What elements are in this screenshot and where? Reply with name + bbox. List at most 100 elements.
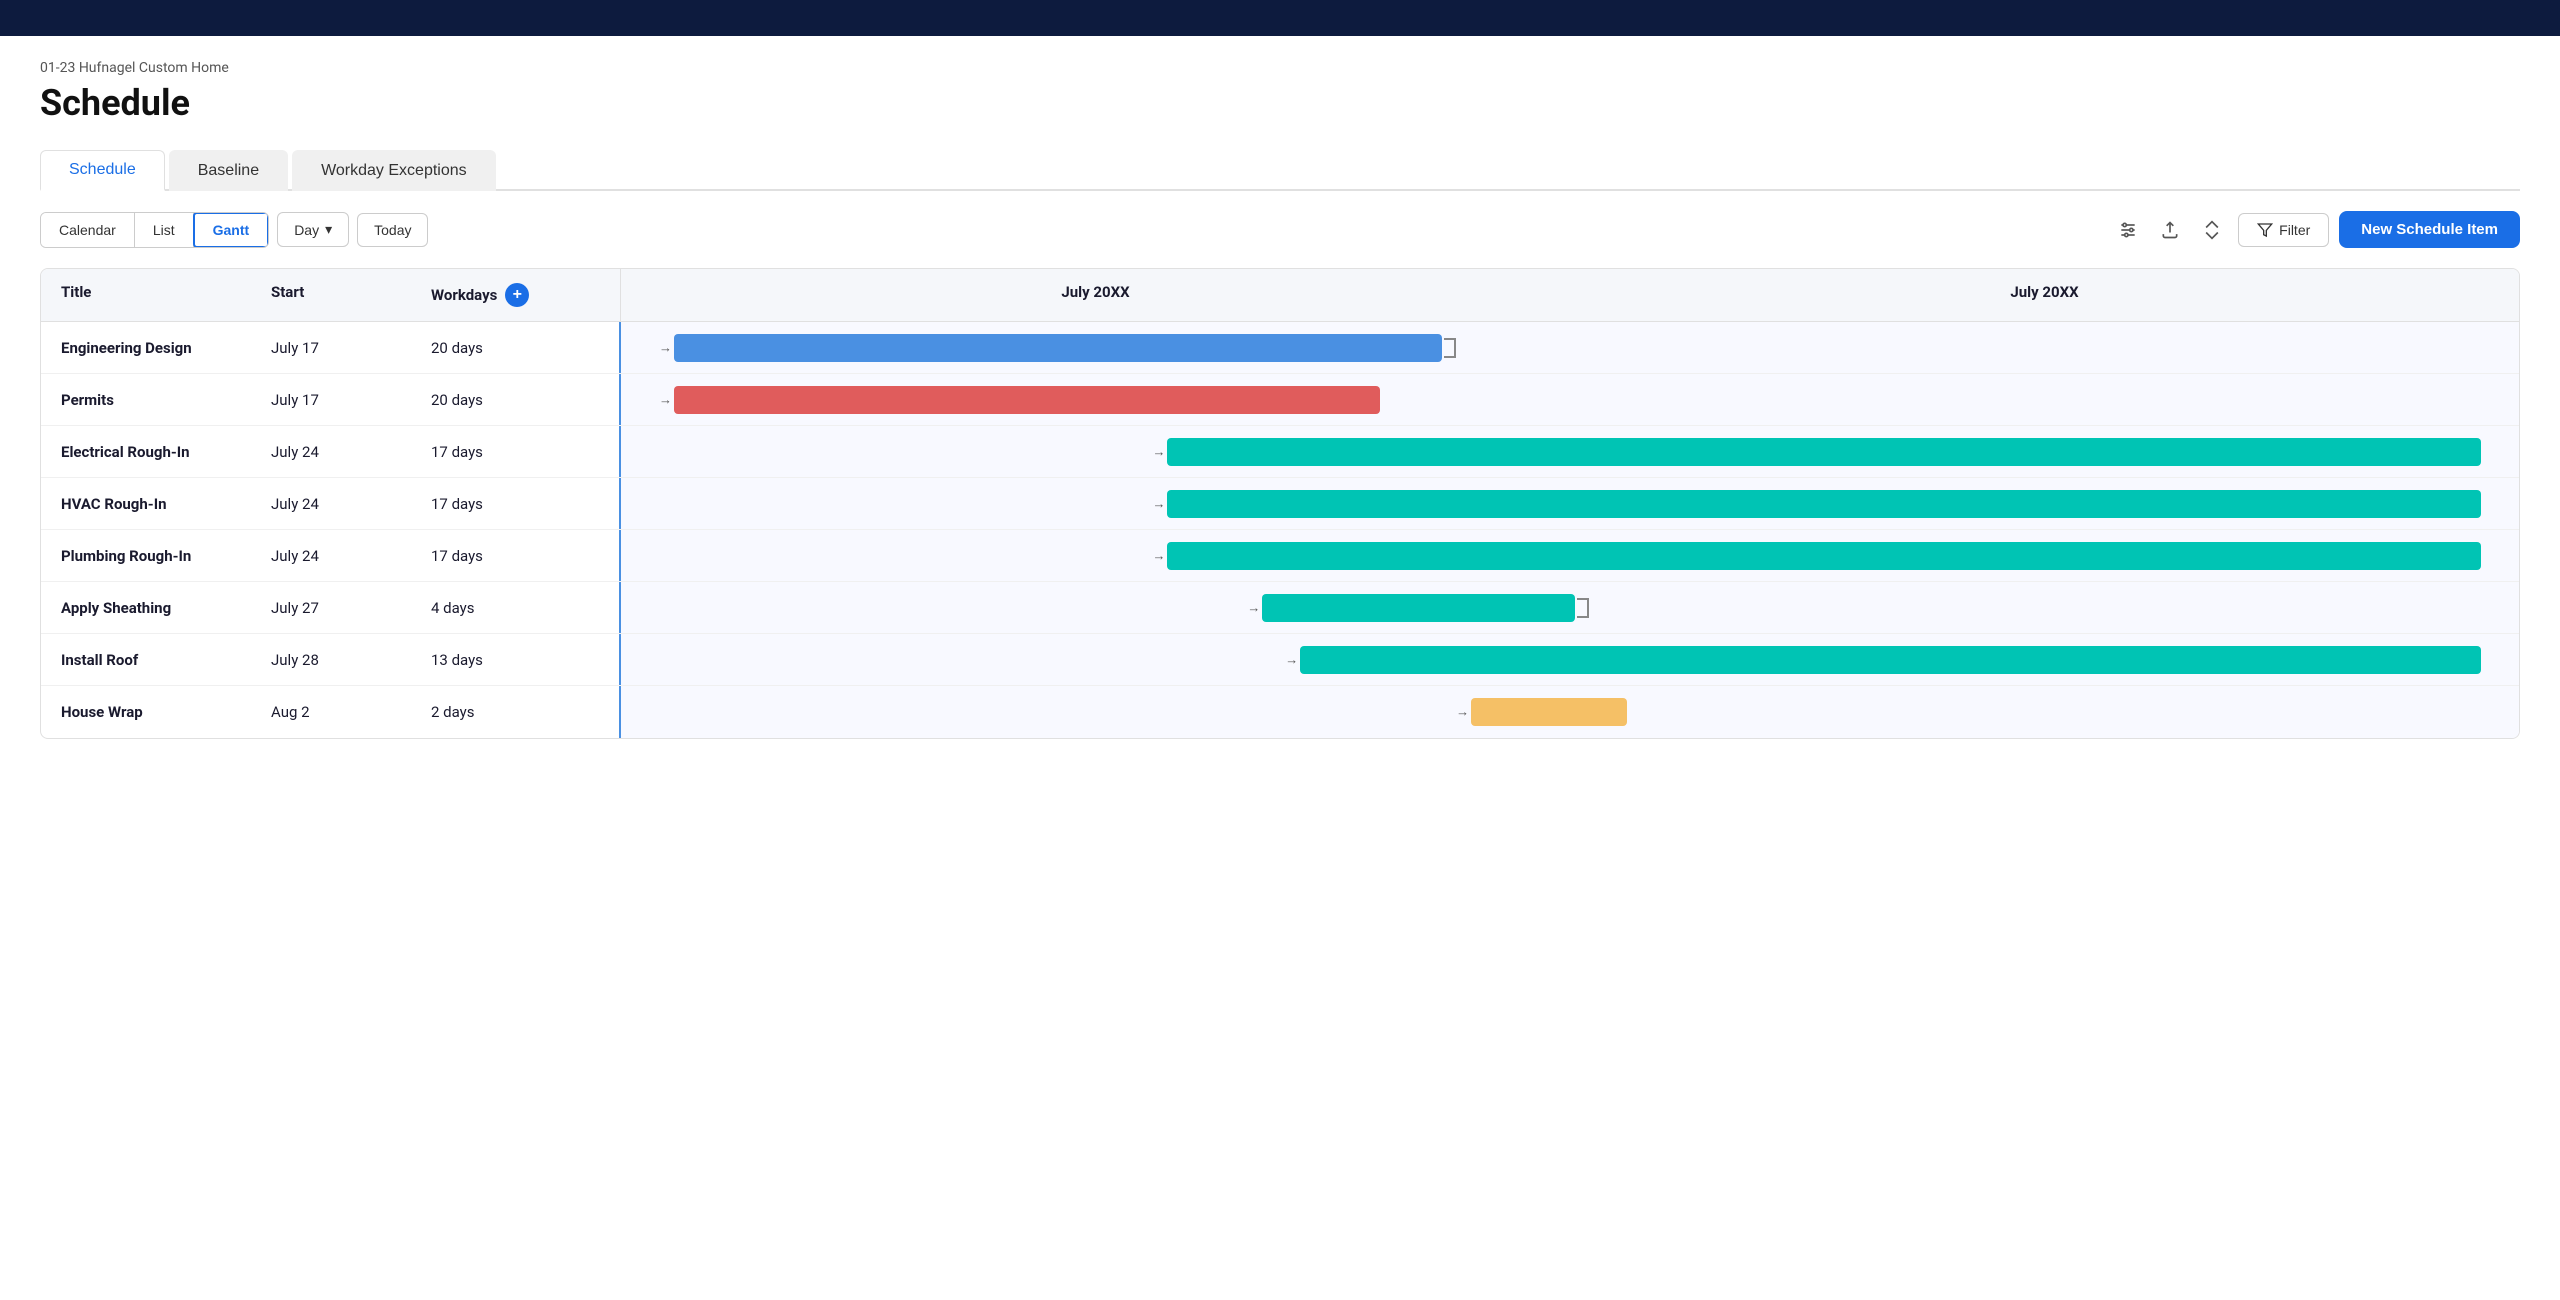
col-workdays-header: Workdays +	[421, 269, 561, 321]
gantt-bar-4[interactable]	[1167, 542, 2481, 570]
row-left-1: Permits July 17 20 days	[41, 374, 621, 425]
row-left-6: Install Roof July 28 13 days	[41, 634, 621, 685]
arrow-icon-6: →	[1285, 652, 1298, 668]
gantt-bar-0[interactable]	[674, 334, 1442, 362]
cell-workdays-5: 4 days	[421, 585, 561, 631]
table-row: Plumbing Rough-In July 24 17 days →	[41, 530, 2519, 582]
bracket-right-0	[1444, 338, 1456, 358]
cell-title-6: Install Roof	[41, 637, 261, 683]
toolbar-right: Filter New Schedule Item	[2112, 211, 2520, 248]
cell-start-4: July 24	[261, 533, 421, 579]
row-left-3: HVAC Rough-In July 24 17 days	[41, 478, 621, 529]
row-left-4: Plumbing Rough-In July 24 17 days	[41, 530, 621, 581]
page-title: Schedule	[40, 82, 2520, 124]
breadcrumb: 01-23 Hufnagel Custom Home	[40, 60, 2520, 76]
gantt-view-btn[interactable]: Gantt	[193, 212, 270, 248]
period-selector[interactable]: Day ▾	[277, 212, 349, 247]
cell-title-7: House Wrap	[41, 689, 261, 735]
filter-icon	[2257, 222, 2273, 238]
month-header-1: July 20XX	[621, 269, 1570, 321]
row-right-5: →	[621, 582, 2519, 633]
tab-workday-exceptions[interactable]: Workday Exceptions	[292, 150, 496, 191]
cell-start-6: July 28	[261, 637, 421, 683]
table-row: HVAC Rough-In July 24 17 days →	[41, 478, 2519, 530]
gantt-bar-5[interactable]	[1262, 594, 1575, 622]
cell-workdays-3: 17 days	[421, 481, 561, 527]
view-toggle: Calendar List Gantt	[40, 212, 269, 248]
cell-workdays-6: 13 days	[421, 637, 561, 683]
today-btn[interactable]: Today	[357, 213, 428, 247]
gantt-right-header: July 20XX July 20XX	[621, 269, 2519, 321]
table-row: House Wrap Aug 2 2 days →	[41, 686, 2519, 738]
arrow-icon-5: →	[1247, 600, 1260, 616]
gantt-left-header: Title Start Workdays +	[41, 269, 621, 321]
page-container: 01-23 Hufnagel Custom Home Schedule Sche…	[0, 36, 2560, 763]
col-title-header: Title	[41, 269, 261, 321]
settings-icon	[2118, 220, 2138, 240]
gantt-bar-1[interactable]	[674, 386, 1380, 414]
gantt-bar-7[interactable]	[1471, 698, 1627, 726]
list-view-btn[interactable]: List	[135, 213, 194, 247]
filter-label: Filter	[2279, 222, 2310, 238]
row-right-3: →	[621, 478, 2519, 529]
cell-start-1: July 17	[261, 377, 421, 423]
workdays-label: Workdays	[431, 286, 497, 304]
cell-workdays-1: 20 days	[421, 377, 561, 423]
cell-workdays-0: 20 days	[421, 325, 561, 371]
row-right-0: →	[621, 322, 2519, 373]
filter-btn[interactable]: Filter	[2238, 213, 2329, 247]
cell-workdays-2: 17 days	[421, 429, 561, 475]
tab-schedule[interactable]: Schedule	[40, 150, 165, 191]
cell-start-7: Aug 2	[261, 689, 421, 735]
settings-icon-btn[interactable]	[2112, 214, 2144, 246]
gantt-body: Engineering Design July 17 20 days → Per…	[41, 322, 2519, 738]
arrow-icon-3: →	[1152, 496, 1165, 512]
gantt-container: Title Start Workdays + July 20XX July 20…	[40, 268, 2520, 739]
cell-title-1: Permits	[41, 377, 261, 423]
table-row: Install Roof July 28 13 days →	[41, 634, 2519, 686]
row-right-6: →	[621, 634, 2519, 685]
row-right-1: →	[621, 374, 2519, 425]
tab-baseline[interactable]: Baseline	[169, 150, 288, 191]
row-right-7: →	[621, 686, 2519, 738]
cell-workdays-7: 2 days	[421, 689, 561, 735]
row-left-2: Electrical Rough-In July 24 17 days	[41, 426, 621, 477]
export-icon-btn[interactable]	[2154, 214, 2186, 246]
cell-start-0: July 17	[261, 325, 421, 371]
col-start-header: Start	[261, 269, 421, 321]
cell-start-2: July 24	[261, 429, 421, 475]
row-left-0: Engineering Design July 17 20 days	[41, 322, 621, 373]
table-row: Permits July 17 20 days →	[41, 374, 2519, 426]
table-row: Engineering Design July 17 20 days →	[41, 322, 2519, 374]
cell-title-2: Electrical Rough-In	[41, 429, 261, 475]
gantt-bar-3[interactable]	[1167, 490, 2481, 518]
top-bar	[0, 0, 2560, 36]
new-schedule-item-btn[interactable]: New Schedule Item	[2339, 211, 2520, 248]
chevron-down-icon: ▾	[325, 221, 332, 238]
tabs: Schedule Baseline Workday Exceptions	[40, 148, 2520, 191]
table-row: Electrical Rough-In July 24 17 days →	[41, 426, 2519, 478]
gantt-bar-2[interactable]	[1167, 438, 2481, 466]
arrow-icon-4: →	[1152, 548, 1165, 564]
collapse-icon	[2202, 220, 2222, 240]
gantt-bar-6[interactable]	[1300, 646, 2481, 674]
row-left-7: House Wrap Aug 2 2 days	[41, 686, 621, 738]
cell-start-3: July 24	[261, 481, 421, 527]
bracket-right-5	[1577, 598, 1589, 618]
collapse-icon-btn[interactable]	[2196, 214, 2228, 246]
cell-workdays-4: 17 days	[421, 533, 561, 579]
month-header-2: July 20XX	[1570, 269, 2519, 321]
export-icon	[2160, 220, 2180, 240]
arrow-icon-0: →	[659, 340, 672, 356]
row-right-4: →	[621, 530, 2519, 581]
table-row: Apply Sheathing July 27 4 days →	[41, 582, 2519, 634]
arrow-icon-7: →	[1456, 704, 1469, 720]
cell-title-4: Plumbing Rough-In	[41, 533, 261, 579]
cell-title-0: Engineering Design	[41, 325, 261, 371]
add-column-btn[interactable]: +	[505, 283, 529, 307]
period-label: Day	[294, 222, 319, 238]
cell-title-5: Apply Sheathing	[41, 585, 261, 631]
calendar-view-btn[interactable]: Calendar	[41, 213, 135, 247]
row-right-2: →	[621, 426, 2519, 477]
toolbar: Calendar List Gantt Day ▾ Today	[40, 211, 2520, 248]
